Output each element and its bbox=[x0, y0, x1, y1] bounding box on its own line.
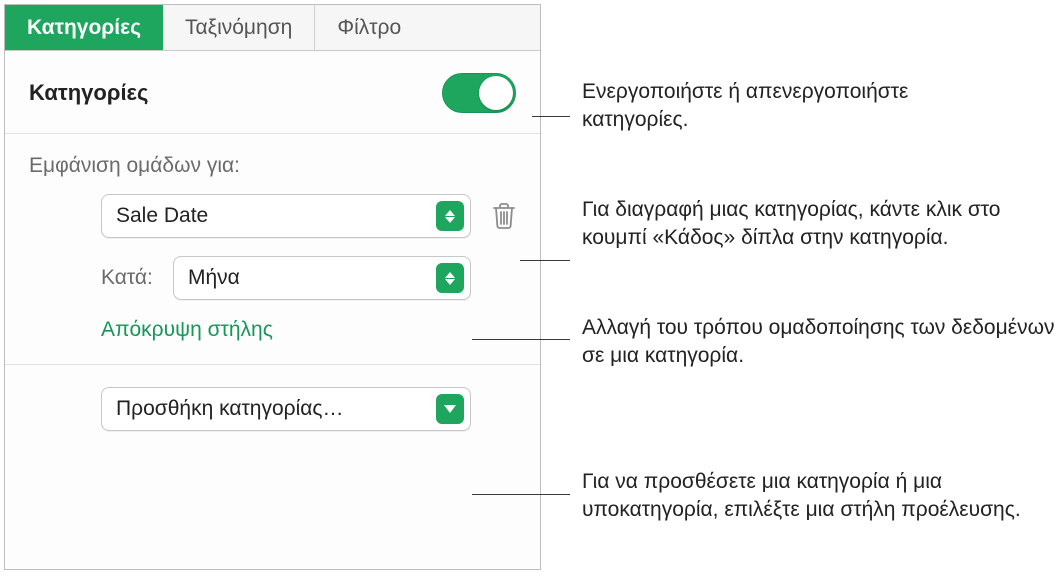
tab-sort[interactable]: Ταξινόμηση bbox=[163, 5, 315, 50]
tab-bar: Κατηγορίες Ταξινόμηση Φίλτρο bbox=[5, 5, 540, 51]
callout-add: Για να προσθέσετε μια κατηγορία ή μια υπ… bbox=[582, 468, 1042, 523]
updown-icon bbox=[436, 263, 464, 293]
delete-category-button[interactable] bbox=[491, 201, 517, 231]
divider bbox=[5, 364, 540, 365]
hide-column-row: Απόκρυψη στήλης bbox=[29, 318, 516, 342]
group-by-label: Κατά: bbox=[101, 266, 173, 290]
group-by-value: Μήνα bbox=[188, 266, 426, 290]
panel-body: Εμφάνιση ομάδων για: Sale Date Κατά: Μήν… bbox=[5, 134, 540, 431]
down-icon bbox=[436, 394, 464, 424]
section-title: Κατηγορίες bbox=[29, 80, 148, 106]
tab-sort-label: Ταξινόμηση bbox=[185, 16, 292, 40]
add-category-label: Προσθήκη κατηγορίας… bbox=[116, 397, 426, 421]
categories-panel: Κατηγορίες Ταξινόμηση Φίλτρο Κατηγορίες … bbox=[4, 4, 541, 570]
show-groups-label: Εμφάνιση ομάδων για: bbox=[29, 154, 516, 178]
category-column-select[interactable]: Sale Date bbox=[101, 194, 471, 238]
toggle-knob bbox=[479, 76, 513, 110]
trash-icon bbox=[491, 201, 517, 231]
group-by-select[interactable]: Μήνα bbox=[173, 256, 471, 300]
tab-categories[interactable]: Κατηγορίες bbox=[5, 5, 163, 50]
updown-icon bbox=[436, 201, 464, 231]
group-by-row: Κατά: Μήνα bbox=[29, 256, 516, 300]
category-column-value: Sale Date bbox=[116, 204, 426, 228]
tab-categories-label: Κατηγορίες bbox=[27, 16, 141, 40]
hide-column-link[interactable]: Απόκρυψη στήλης bbox=[101, 318, 273, 341]
callout-toggle: Ενεργοποιήστε ή απενεργοποιήστε κατηγορί… bbox=[582, 78, 1002, 133]
callout-grouping: Αλλαγή του τρόπου ομαδοποίησης των δεδομ… bbox=[582, 314, 1061, 369]
category-column-row: Sale Date bbox=[29, 194, 516, 238]
callout-trash: Για διαγραφή μιας κατηγορίας, κάντε κλικ… bbox=[582, 196, 1052, 251]
add-category-select[interactable]: Προσθήκη κατηγορίας… bbox=[101, 387, 471, 431]
tab-filter[interactable]: Φίλτρο bbox=[315, 5, 423, 50]
section-header: Κατηγορίες bbox=[5, 51, 540, 134]
add-category-row: Προσθήκη κατηγορίας… bbox=[29, 387, 516, 431]
tab-filter-label: Φίλτρο bbox=[337, 16, 401, 40]
categories-toggle[interactable] bbox=[442, 73, 516, 113]
callouts-area: Ενεργοποιήστε ή απενεργοποιήστε κατηγορί… bbox=[544, 0, 1061, 580]
